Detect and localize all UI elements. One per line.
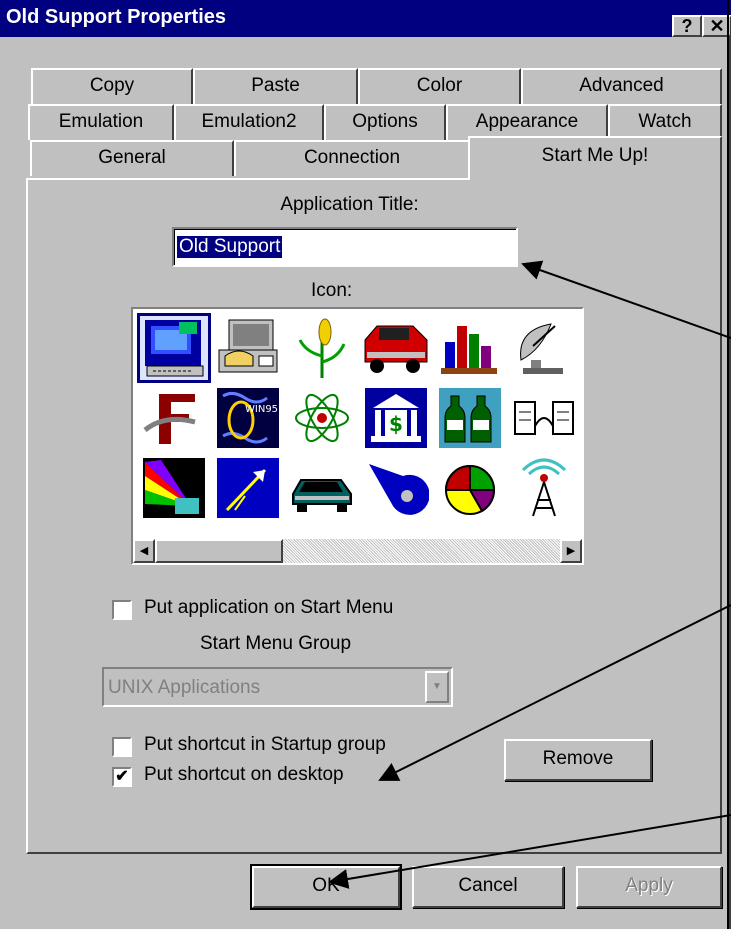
phone-computer-icon[interactable]: [211, 313, 285, 383]
app-title-input[interactable]: Old Support: [172, 227, 518, 267]
scroll-left-button[interactable]: ◀: [133, 539, 155, 563]
pie-chart-icon[interactable]: [433, 453, 507, 523]
tab-start-me-up[interactable]: Start Me Up!: [468, 136, 722, 180]
chevron-down-icon[interactable]: ▼: [425, 671, 449, 703]
cable-reel-icon[interactable]: [359, 453, 433, 523]
desktop-shortcut-checkbox-label: Put shortcut on desktop: [144, 764, 344, 785]
tab-options[interactable]: Options: [324, 104, 446, 140]
tab-appearance[interactable]: Appearance: [446, 104, 608, 140]
red-truck-icon[interactable]: [359, 313, 433, 383]
radio-tower-icon[interactable]: [507, 453, 581, 523]
letter-f-icon[interactable]: [137, 383, 211, 453]
app-title-label: Application Title:: [280, 194, 419, 215]
start-menu-group-value: UNIX Applications: [108, 677, 261, 698]
icon-list-scrollbar[interactable]: ◀ ▶: [133, 539, 582, 563]
unix-win95-icon[interactable]: WIN95: [211, 383, 285, 453]
scroll-thumb[interactable]: [155, 539, 283, 563]
svg-text:$: $: [389, 412, 403, 436]
network-link-icon[interactable]: [507, 383, 581, 453]
tab-emulation[interactable]: Emulation: [28, 104, 174, 140]
app-title-value: Old Support: [177, 236, 283, 258]
bank-dollar-icon[interactable]: $: [359, 383, 433, 453]
startup-group-checkbox-label: Put shortcut in Startup group: [144, 734, 386, 755]
startup-group-checkbox[interactable]: [112, 737, 132, 757]
title-bar[interactable]: Old Support Properties ? ✕: [0, 0, 731, 37]
help-button[interactable]: ?: [672, 15, 702, 37]
tab-watch[interactable]: Watch: [608, 104, 722, 140]
launch-arrow-icon[interactable]: [211, 453, 285, 523]
tab-connection[interactable]: Connection: [234, 140, 470, 176]
satellite-dish-icon[interactable]: [507, 313, 581, 383]
tab-general[interactable]: General: [30, 140, 234, 176]
start-menu-checkbox[interactable]: [112, 600, 132, 620]
tab-color[interactable]: Color: [358, 68, 521, 104]
start-menu-group-select[interactable]: UNIX Applications ▼: [102, 667, 453, 707]
icon-label: Icon:: [311, 280, 353, 301]
terminal-pc-icon[interactable]: [137, 313, 211, 383]
scroll-right-button[interactable]: ▶: [560, 539, 582, 563]
icon-list[interactable]: WIN95 $ ◀ ▶: [131, 307, 584, 565]
start-menu-checkbox-label: Put application on Start Menu: [144, 597, 394, 618]
ok-button[interactable]: OK: [250, 864, 402, 910]
tab-advanced[interactable]: Advanced: [521, 68, 722, 104]
atom-icon[interactable]: [285, 383, 359, 453]
corn-plant-icon[interactable]: [285, 313, 359, 383]
car-icon[interactable]: [285, 453, 359, 523]
start-menu-group-label: Start Menu Group: [200, 633, 352, 654]
tab-copy[interactable]: Copy: [31, 68, 193, 104]
bar-chart-icon[interactable]: [433, 313, 507, 383]
tab-emulation2[interactable]: Emulation2: [174, 104, 324, 140]
rainbow-light-icon[interactable]: [137, 453, 211, 523]
bottles-icon[interactable]: [433, 383, 507, 453]
svg-text:WIN95: WIN95: [245, 404, 278, 415]
window-title: Old Support Properties: [6, 6, 227, 28]
right-edge: [727, 0, 729, 929]
remove-button[interactable]: Remove: [504, 739, 652, 781]
tab-paste[interactable]: Paste: [193, 68, 358, 104]
properties-dialog: Old Support Properties ? ✕ Copy Paste Co…: [0, 0, 731, 929]
cancel-button[interactable]: Cancel: [412, 866, 564, 908]
apply-button[interactable]: Apply: [576, 866, 722, 908]
desktop-shortcut-checkbox[interactable]: ✔: [112, 767, 132, 787]
